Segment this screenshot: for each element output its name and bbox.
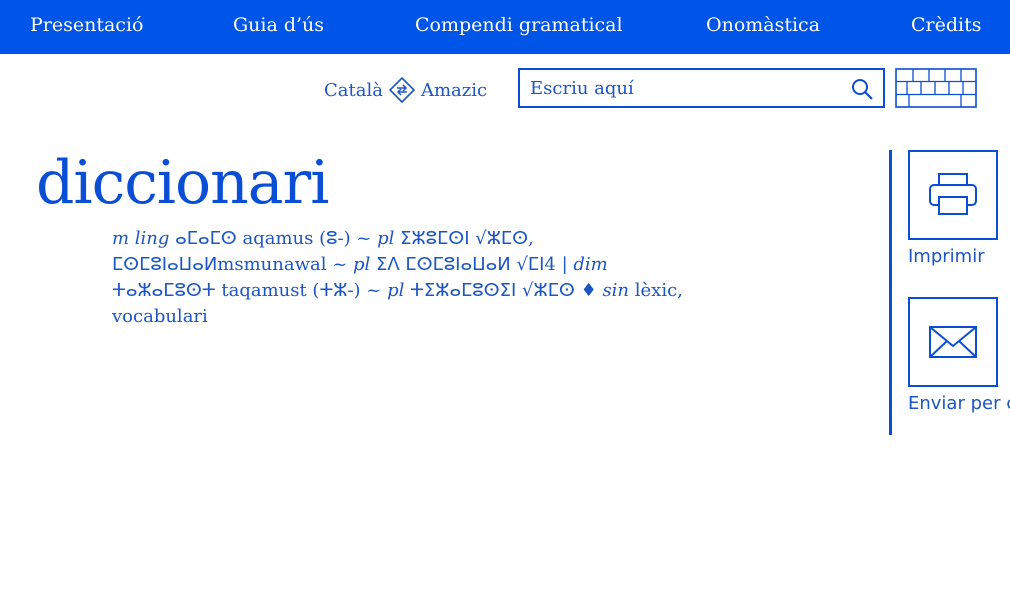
nav-presentacio[interactable]: Presentació [30, 14, 143, 36]
entry-text: ⵜⴰⵣⴰⵎⵓⵙⵜ taqamust (ⵜⵣ-) ~ [112, 280, 388, 301]
entry-text: aqamus (ⵓ-) ~ [236, 228, 378, 249]
grammar-tag: pl [377, 228, 395, 249]
nav-onomastica[interactable]: Onomàstica [706, 14, 820, 36]
nav-guia-us[interactable]: Guia d’ús [233, 14, 324, 36]
grammar-tag: m ling [112, 228, 170, 249]
keyboard-icon[interactable] [895, 68, 977, 108]
print-button[interactable] [908, 150, 998, 240]
envelope-icon [929, 326, 977, 358]
entry-text: ⵜⵉⵣⴰⵎⵓⵙⵉⵏ √ⵣⵎⵙ ♦ [404, 280, 603, 301]
entry-text: vocabulari [112, 306, 208, 327]
top-nav: Presentació Guia d’ús Compendi gramatica… [0, 0, 1010, 54]
print-label[interactable]: Imprimir [908, 246, 985, 267]
page-title: diccionari [36, 148, 329, 218]
entry-text: ⵉⵣⵓⵎⵙⵏ √ⵣⵎⵙ, [394, 228, 534, 249]
nav-credits[interactable]: Crèdits [911, 14, 982, 36]
entry-line: ⵎⵙⵎⵓⵏⴰⵡⴰⵍmsmunawal ~ pl ⵉⴷ ⵎⵙⵎⵓⵏⴰⵡⴰⵍ √ⵎⵏ… [112, 252, 652, 278]
language-toggle[interactable]: Català Amazic [324, 76, 487, 104]
grammar-tag: pl [353, 254, 371, 275]
entry-line: ⵜⴰⵣⴰⵎⵓⵙⵜ taqamust (ⵜⵣ-) ~ pl ⵜⵉⵣⴰⵎⵓⵙⵉⵏ √… [112, 278, 683, 304]
entry-text: ⵎⵙⵎⵓⵏⴰⵡⴰⵍmsmunawal ~ [112, 254, 354, 275]
entry-text: ⵉⴷ ⵎⵙⵎⵓⵏⴰⵡⴰⵍ √ⵎⵏ4 | [370, 254, 574, 275]
search-box [518, 68, 885, 108]
email-button[interactable] [908, 297, 998, 387]
target-language: Amazic [420, 79, 488, 101]
email-label[interactable]: Enviar per c [908, 393, 1010, 414]
grammar-tag: pl [387, 280, 405, 301]
search-input[interactable] [520, 70, 840, 106]
grammar-tag: sin [602, 280, 630, 301]
dictionary-entry: m ling ⴰⵎⴰⵎⵙ aqamus (ⵓ-) ~ pl ⵉⵣⵓⵎⵙⵏ √ⵣⵎ… [112, 226, 683, 330]
nav-compendi-gramatical[interactable]: Compendi gramatical [415, 14, 623, 36]
entry-text: lèxic, [629, 280, 683, 301]
tifinagh-headword: ⴰⵎⴰⵎⵙ [175, 228, 237, 249]
search-icon[interactable] [851, 78, 873, 100]
grammar-tag: dim [573, 254, 608, 275]
sidebar-divider [889, 150, 892, 435]
entry-line: m ling ⴰⵎⴰⵎⵙ aqamus (ⵓ-) ~ pl ⵉⵣⵓⵎⵙⵏ √ⵣⵎ… [112, 226, 652, 252]
printer-icon [929, 173, 977, 215]
entry-line: vocabulari [112, 304, 652, 330]
swap-icon[interactable] [388, 77, 415, 103]
source-language: Català [324, 79, 383, 101]
